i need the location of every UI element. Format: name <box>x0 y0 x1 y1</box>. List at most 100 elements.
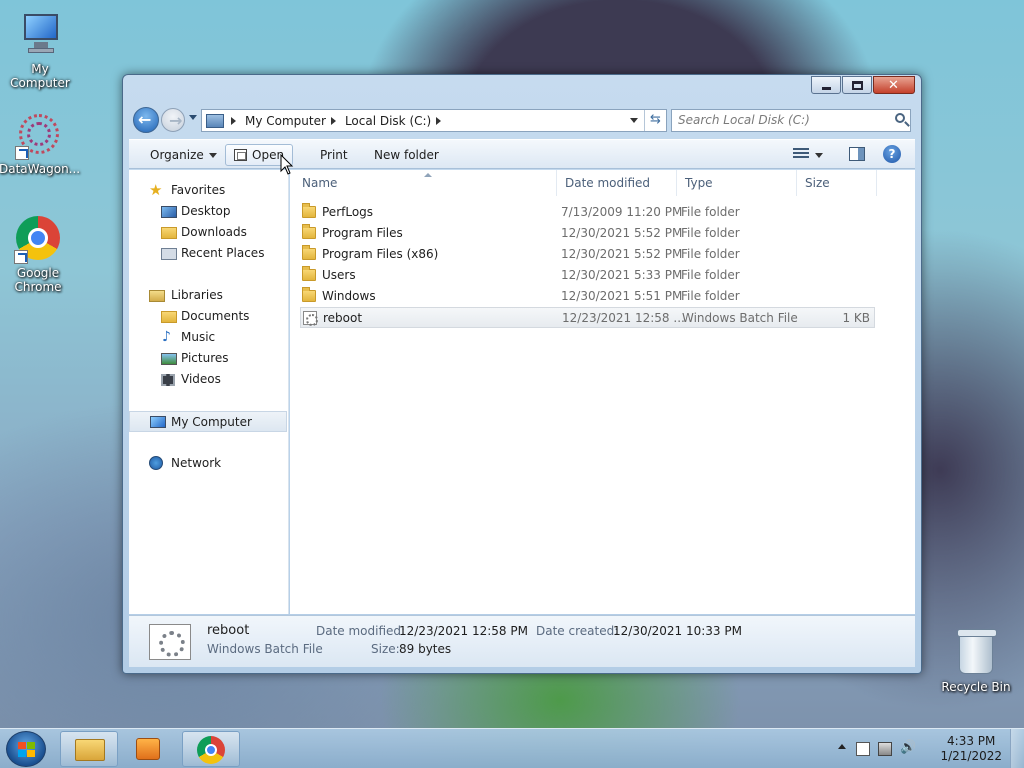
search-input[interactable] <box>678 110 888 130</box>
recent-pages-dropdown[interactable] <box>189 115 197 120</box>
nav-downloads[interactable]: Downloads <box>129 222 287 243</box>
nav-pictures[interactable]: Pictures <box>129 348 287 369</box>
view-options-dropdown[interactable] <box>815 153 823 158</box>
desktop-icon-datawagon[interactable]: DataWagon... <box>0 112 81 176</box>
file-type: File folder <box>681 268 740 282</box>
column-header-name[interactable]: Name <box>294 170 557 196</box>
datawagon-icon <box>15 112 63 160</box>
column-label: Type <box>685 176 713 190</box>
nav-label: My Computer <box>171 415 252 429</box>
network-icon <box>149 456 163 470</box>
taskbar: 🔊 4:33 PM 1/21/2022 <box>0 728 1024 768</box>
file-name: reboot <box>323 311 363 325</box>
system-tray: 🔊 4:33 PM 1/21/2022 <box>834 729 1024 768</box>
show-desktop-button[interactable] <box>1010 729 1024 768</box>
caption-buttons: ✕ <box>810 76 915 94</box>
column-header-date-modified[interactable]: Date modified <box>557 170 677 196</box>
column-header-size[interactable]: Size <box>797 170 877 196</box>
desktop-icon-google-chrome[interactable]: Google Chrome <box>0 216 78 294</box>
minimize-button[interactable] <box>811 76 841 94</box>
clock[interactable]: 4:33 PM 1/21/2022 <box>940 734 1002 764</box>
print-button[interactable]: Print <box>311 144 357 166</box>
nav-documents[interactable]: Documents <box>129 306 287 327</box>
breadcrumb-chevron-icon[interactable] <box>436 116 442 125</box>
folder-icon <box>302 203 316 218</box>
media-player-icon <box>136 738 160 760</box>
desktop-icon-my-computer[interactable]: My Computer <box>0 12 80 90</box>
new-folder-button[interactable]: New folder <box>365 144 448 166</box>
file-type: File folder <box>681 226 740 240</box>
network-icon[interactable] <box>878 742 892 756</box>
file-row[interactable]: Program Files 12/30/2021 5:52 PM File fo… <box>300 223 875 244</box>
file-date: 7/13/2009 11:20 PM <box>561 205 683 219</box>
nav-label: Desktop <box>181 204 231 218</box>
nav-label: Recent Places <box>181 246 265 260</box>
recycle-bin-icon <box>957 629 997 674</box>
desktop-icon <box>161 206 177 218</box>
help-button[interactable]: ? <box>883 145 901 163</box>
breadcrumb-chevron-icon[interactable] <box>330 116 336 125</box>
address-dropdown-icon[interactable] <box>630 118 638 123</box>
nav-libraries[interactable]: Libraries <box>129 285 287 306</box>
column-label: Name <box>302 176 338 190</box>
maximize-button[interactable] <box>842 76 872 94</box>
file-date: 12/30/2021 5:52 PM <box>561 226 683 240</box>
breadcrumb-chevron-icon[interactable] <box>231 116 236 125</box>
chrome-icon <box>197 736 225 764</box>
back-button[interactable]: ← <box>133 107 159 133</box>
breadcrumb-local-disk[interactable]: Local Disk (C:) <box>343 114 433 128</box>
nav-network[interactable]: Network <box>129 453 287 474</box>
forward-arrow-icon: → <box>169 111 183 130</box>
action-center-flag-icon[interactable] <box>856 742 870 756</box>
nav-favorites[interactable]: ★ Favorites <box>129 180 287 201</box>
file-row[interactable]: Windows 12/30/2021 5:51 PM File folder <box>300 286 875 307</box>
nav-label: Downloads <box>181 225 247 239</box>
nav-my-computer[interactable]: My Computer <box>129 411 287 432</box>
close-button[interactable]: ✕ <box>873 76 915 94</box>
file-row[interactable]: Users 12/30/2021 5:33 PM File folder <box>300 265 875 286</box>
start-button[interactable] <box>6 731 46 767</box>
file-row[interactable]: Program Files (x86) 12/30/2021 5:52 PM F… <box>300 244 875 265</box>
details-file-name: reboot <box>207 623 250 638</box>
desktop-icon-recycle-bin[interactable]: Recycle Bin <box>940 629 1012 694</box>
explorer-window: ✕ ← → My Computer Local Disk (C:) ⇆ Orga… <box>122 74 922 674</box>
nav-music[interactable]: ♪ Music <box>129 327 287 348</box>
batch-file-gear-icon <box>303 311 318 326</box>
search-box[interactable] <box>671 109 911 132</box>
file-name: PerfLogs <box>322 205 374 219</box>
column-header-type[interactable]: Type <box>677 170 797 196</box>
chrome-icon <box>14 216 62 264</box>
search-icon[interactable] <box>895 113 905 123</box>
forward-button[interactable]: → <box>161 108 185 132</box>
file-type: Windows Batch File <box>682 311 798 325</box>
refresh-button[interactable]: ⇆ <box>644 110 666 131</box>
organize-button[interactable]: Organize <box>141 144 226 166</box>
nav-recent-places[interactable]: Recent Places <box>129 243 287 264</box>
file-row-selected[interactable]: reboot 12/23/2021 12:58 ... Windows Batc… <box>300 307 875 328</box>
desktop-icon-label: Recycle Bin <box>941 680 1011 694</box>
breadcrumb-my-computer[interactable]: My Computer <box>243 114 328 128</box>
maximize-icon <box>852 81 863 90</box>
nav-label: Favorites <box>171 183 226 197</box>
nav-label: Pictures <box>181 351 229 365</box>
preview-pane-button[interactable] <box>849 147 865 161</box>
file-date: 12/30/2021 5:52 PM <box>561 247 683 261</box>
taskbar-media-player-button[interactable] <box>120 731 178 767</box>
nav-desktop[interactable]: Desktop <box>129 201 287 222</box>
organize-label: Organize <box>150 148 204 162</box>
details-size: 89 bytes <box>399 642 452 656</box>
file-type: File folder <box>681 289 740 303</box>
taskbar-explorer-button[interactable] <box>60 731 118 767</box>
command-bar: Organize Open Print New folder ? <box>129 139 915 169</box>
volume-icon[interactable]: 🔊 <box>900 740 916 755</box>
change-view-button[interactable] <box>793 148 809 160</box>
open-icon <box>234 149 247 161</box>
clock-time: 4:33 PM <box>947 734 996 748</box>
show-hidden-icons-button[interactable] <box>838 744 846 749</box>
taskbar-chrome-button[interactable] <box>182 731 240 767</box>
desktop-icon-label: DataWagon... <box>0 162 81 176</box>
file-row[interactable]: PerfLogs 7/13/2009 11:20 PM File folder <box>300 202 875 223</box>
nav-videos[interactable]: Videos <box>129 369 287 390</box>
address-bar[interactable]: My Computer Local Disk (C:) ⇆ <box>201 109 667 132</box>
new-folder-label: New folder <box>374 148 439 162</box>
